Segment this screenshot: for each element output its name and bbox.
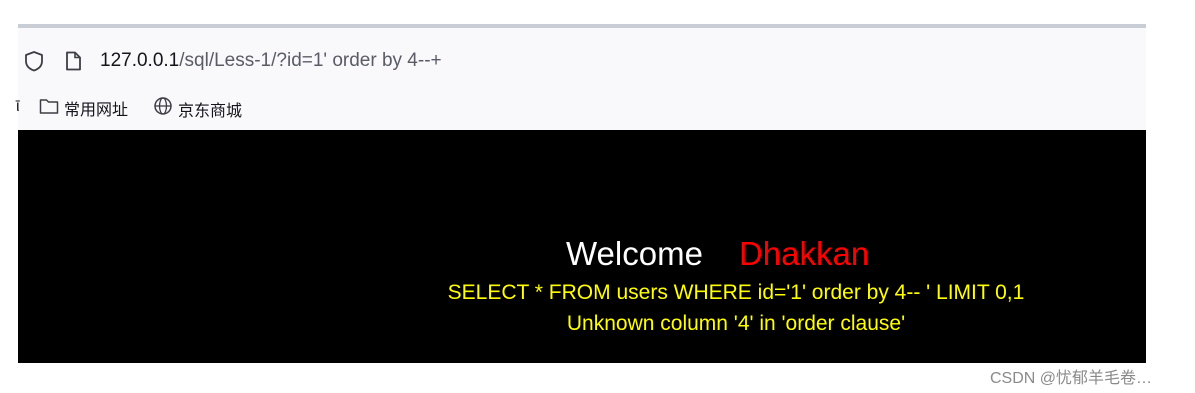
- bookmark-edge-glyph: ῑ: [16, 98, 20, 115]
- shield-icon[interactable]: [23, 50, 45, 72]
- bookmark-common-sites[interactable]: 常用网址: [39, 96, 128, 120]
- sql-query: SELECT * FROM users WHERE id='1' order b…: [447, 281, 1025, 304]
- globe-icon: [153, 96, 173, 121]
- page-info-icon[interactable]: [62, 50, 84, 72]
- watermark: CSDN @忧郁羊毛卷…: [990, 370, 1153, 387]
- page-content: Welcome Dhakkan SELECT * FROM users WHERE…: [18, 130, 1146, 363]
- bookmark-label: 常用网址: [64, 102, 129, 119]
- sql-error: Unknown column '4' in 'order clause': [566, 312, 906, 335]
- url-text[interactable]: 127.0.0.1/sql/Less-1/?id=1' order by 4--…: [100, 49, 442, 73]
- url-path: /sql/Less-1/?id=1' order by 4--+: [179, 50, 442, 71]
- url-host: 127.0.0.1: [100, 50, 180, 71]
- user-name: Dhakkan: [738, 235, 870, 272]
- welcome-text: Welcome: [566, 235, 703, 272]
- bookmark-jd-mall[interactable]: 京东商城: [153, 96, 242, 121]
- bookmark-label: 京东商城: [178, 102, 243, 120]
- address-bar[interactable]: 127.0.0.1/sql/Less-1/?id=1' order by 4--…: [18, 40, 1146, 82]
- bookmarks-bar: ῑ 常用网址 京东商城: [16, 94, 1146, 124]
- welcome-line: Welcome Dhakkan: [566, 234, 869, 274]
- browser-toolbar: 127.0.0.1/sql/Less-1/?id=1' order by 4--…: [16, 28, 1146, 130]
- folder-icon: [39, 97, 59, 120]
